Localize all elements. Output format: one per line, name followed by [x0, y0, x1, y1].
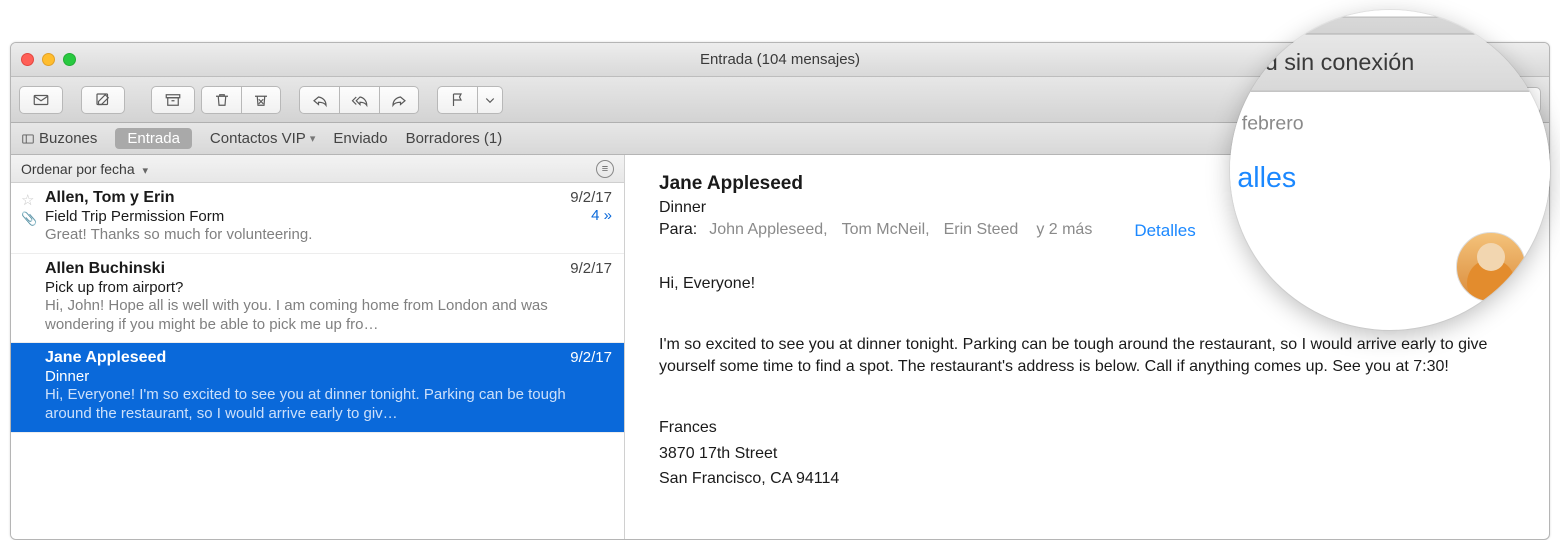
delete-button[interactable]	[201, 86, 241, 114]
sort-bar[interactable]: Ordenar por fecha ▾ ≡	[11, 155, 624, 183]
flag-button[interactable]	[437, 86, 477, 114]
recipient-name[interactable]: Erin Steed	[944, 221, 1019, 238]
message-subject: Field Trip Permission Form	[45, 208, 224, 225]
fav-drafts[interactable]: Borradores (1)	[406, 130, 503, 147]
compose-icon	[94, 91, 112, 109]
junk-button[interactable]	[241, 86, 281, 114]
reader-date-fragment: 9 de febrero	[1230, 113, 1550, 135]
fav-inbox[interactable]: Entrada	[115, 128, 192, 149]
body-line: San Francisco, CA 94114	[659, 468, 1509, 490]
message-subject: Dinner	[45, 368, 89, 385]
reply-group	[299, 86, 419, 114]
body-line: I'm so excited to see you at dinner toni…	[659, 334, 1509, 377]
message-from: Allen, Tom y Erin	[45, 189, 175, 207]
message-subject: Pick up from airport?	[45, 279, 183, 296]
archive-icon	[164, 91, 182, 109]
compose-button[interactable]	[81, 86, 125, 114]
message-preview: Great! Thanks so much for volunteering.	[45, 226, 612, 245]
body-line	[659, 381, 1509, 403]
message-list-item[interactable]: ☆ 📎 Allen, Tom y Erin 9/2/17 Field Trip Perm…	[11, 183, 624, 254]
reply-all-button[interactable]	[339, 86, 379, 114]
message-preview: Hi, John! Hope all is well with you. I a…	[45, 297, 612, 335]
delete-group	[201, 86, 281, 114]
body-line: Frances	[659, 417, 1509, 439]
body-line: 3870 17th Street	[659, 443, 1509, 465]
message-list: ☆ 📎 Allen, Tom y Erin 9/2/17 Field Trip Perm…	[11, 183, 624, 433]
trash-icon	[213, 91, 231, 109]
message-date: 9/2/17	[570, 260, 612, 278]
message-preview: Hi, Everyone! I'm so excited to see you …	[45, 386, 612, 424]
junk-icon	[252, 91, 270, 109]
message-list-item[interactable]: Jane Appleseed 9/2/17 DinnerHi, Everyone! …	[11, 343, 624, 433]
offline-label: Red sin conexión	[1235, 49, 1415, 76]
recipient-name[interactable]: John Appleseed,	[709, 221, 827, 238]
archive-button[interactable]	[151, 86, 195, 114]
message-from: Jane Appleseed	[45, 349, 166, 367]
envelope-icon	[32, 91, 50, 109]
reply-button[interactable]	[299, 86, 339, 114]
reply-all-icon	[351, 91, 369, 109]
minimize-window-button[interactable]	[42, 53, 55, 66]
message-list-pane: Ordenar por fecha ▾ ≡ ☆ 📎 Allen, Tom y Eri…	[11, 155, 625, 539]
zoom-window-button[interactable]	[63, 53, 76, 66]
flag-group	[437, 86, 503, 114]
reply-icon	[311, 91, 329, 109]
recipient-name[interactable]: Tom McNeil,	[842, 221, 930, 238]
forward-button[interactable]	[379, 86, 419, 114]
message-list-item[interactable]: Allen Buchinski 9/2/17 Pick up from airpor…	[11, 254, 624, 344]
chevron-down-icon	[481, 91, 499, 109]
get-mail-button[interactable]	[19, 86, 63, 114]
search-input[interactable]: Busca	[1230, 10, 1445, 17]
message-from: Allen Buchinski	[45, 260, 165, 278]
fav-vip[interactable]: Contactos VIP ▾	[210, 130, 315, 147]
close-window-button[interactable]	[21, 53, 34, 66]
details-link[interactable]: Detalles	[1134, 221, 1195, 241]
star-icon[interactable]: ☆	[21, 191, 34, 209]
magnifier-callout: Busca Red sin conexión 9 de febrero alle…	[1230, 10, 1550, 330]
sender-avatar[interactable]	[1456, 232, 1526, 302]
mailboxes-toggle[interactable]: Buzones	[21, 130, 97, 147]
message-date: 9/2/17	[570, 349, 612, 367]
chevron-down-icon: ▾	[310, 132, 316, 145]
thread-count: 4 »	[591, 207, 612, 225]
reader-from: Jane Appleseed	[659, 173, 803, 195]
fav-sent[interactable]: Enviado	[333, 130, 387, 147]
forward-icon	[390, 91, 408, 109]
details-link-fragment[interactable]: alles	[1237, 161, 1296, 195]
attachment-icon: 📎	[21, 211, 37, 227]
to-label: Para:	[659, 221, 697, 241]
sidebar-icon	[21, 132, 35, 146]
reader-more-recipients: y 2 más	[1036, 221, 1092, 241]
chevron-down-icon: ▾	[143, 165, 149, 177]
window-controls	[21, 53, 76, 66]
flag-menu-button[interactable]	[477, 86, 503, 114]
flag-icon	[449, 91, 467, 109]
filter-button[interactable]: ≡	[596, 160, 614, 178]
sort-label: Ordenar por fecha	[21, 161, 135, 177]
message-date: 9/2/17	[570, 189, 612, 207]
